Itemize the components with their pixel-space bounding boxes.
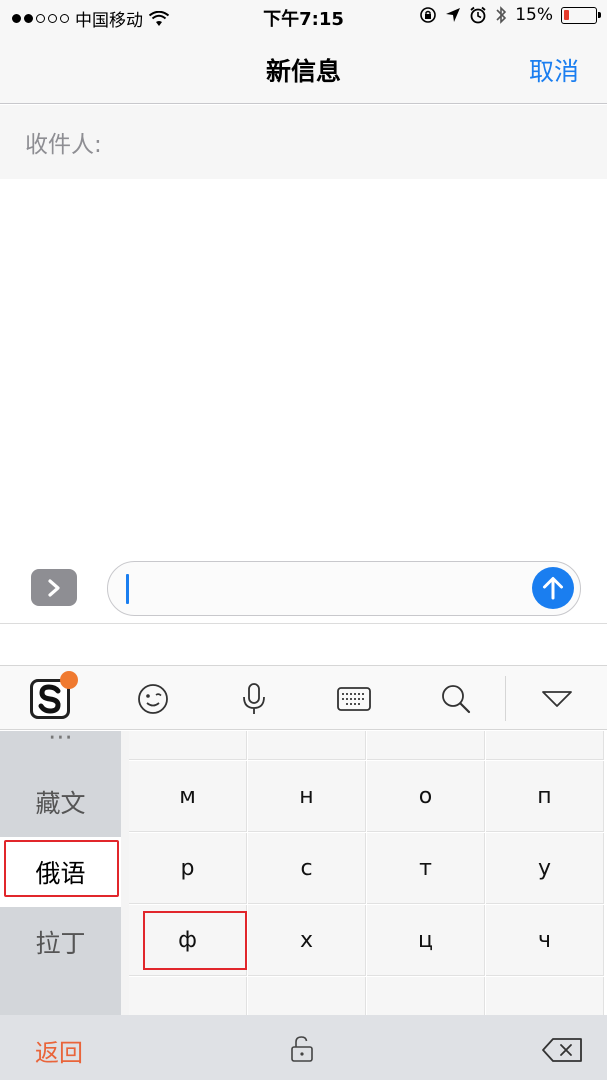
text-cursor	[126, 574, 129, 604]
key-grid: м н о п р с т у ф х ц ч	[129, 731, 607, 1015]
collapse-keyboard-button[interactable]	[527, 666, 587, 731]
key-partial[interactable]	[486, 731, 604, 760]
key-u[interactable]: у	[486, 833, 604, 904]
key-partial[interactable]	[367, 731, 485, 760]
key-kh[interactable]: х	[248, 905, 366, 976]
key-partial[interactable]	[248, 731, 366, 760]
rotation-lock-icon	[420, 7, 437, 23]
keyboard-bottom-bar: 返回	[0, 1015, 607, 1080]
recipient-field[interactable]: 收件人:	[0, 105, 607, 179]
key-partial[interactable]	[129, 977, 247, 1015]
sogou-logo-button[interactable]	[20, 666, 80, 731]
key-o[interactable]: о	[367, 761, 485, 832]
sogou-logo-icon	[30, 670, 78, 719]
key-r[interactable]: р	[129, 833, 247, 904]
divider	[0, 623, 607, 624]
arrow-up-icon	[543, 577, 563, 600]
page-title: 新信息	[265, 57, 341, 86]
status-right: 15%	[419, 5, 601, 25]
keyboard-body: ⋯ 藏文 俄语 拉丁 м н о п р с т у ф х ц ч	[0, 731, 607, 1015]
status-bar: 中国移动 下午7:15 15%	[0, 0, 607, 34]
language-item-tibetan[interactable]: 藏文	[0, 767, 121, 837]
key-m[interactable]: м	[129, 761, 247, 832]
key-highlight-box	[143, 911, 247, 970]
navigation-bar: 新信息 取消	[0, 34, 607, 104]
back-button[interactable]: 返回	[35, 1033, 83, 1068]
battery-level-fill	[564, 9, 569, 20]
key-p[interactable]: п	[486, 761, 604, 832]
send-button[interactable]	[532, 567, 574, 609]
notification-badge	[60, 670, 78, 689]
toolbar-divider	[505, 676, 506, 721]
search-icon	[442, 684, 471, 713]
alarm-icon	[470, 6, 486, 24]
language-item-partial[interactable]: ⋯	[0, 731, 121, 771]
key-s[interactable]: с	[248, 833, 366, 904]
recipient-label: 收件人:	[25, 132, 102, 158]
key-ch[interactable]: ч	[486, 905, 604, 976]
keyboard-switch-button[interactable]	[324, 666, 384, 731]
location-icon	[446, 8, 461, 22]
battery-icon	[561, 6, 601, 24]
unlock-icon[interactable]	[289, 1035, 315, 1063]
search-button[interactable]	[426, 666, 486, 731]
emoji-button[interactable]	[123, 666, 183, 731]
key-t[interactable]: т	[367, 833, 485, 904]
key-n[interactable]: н	[248, 761, 366, 832]
emoji-icon	[138, 683, 168, 714]
chevron-right-icon	[48, 578, 60, 597]
key-partial[interactable]	[129, 731, 247, 760]
microphone-icon	[243, 682, 265, 714]
key-partial[interactable]	[486, 977, 604, 1015]
keyboard-toolbar	[0, 665, 607, 730]
language-highlight-box	[4, 840, 119, 897]
key-partial[interactable]	[367, 977, 485, 1015]
message-input[interactable]	[107, 561, 581, 616]
voice-input-button[interactable]	[224, 666, 284, 731]
language-item-latin[interactable]: 拉丁	[0, 907, 121, 977]
bluetooth-icon	[496, 6, 507, 24]
key-ts[interactable]: ц	[367, 905, 485, 976]
backspace-icon[interactable]	[541, 1037, 583, 1063]
battery-percent: 15%	[515, 5, 553, 25]
cancel-button[interactable]: 取消	[529, 52, 579, 88]
apps-drawer-button[interactable]	[31, 569, 77, 606]
key-partial[interactable]	[248, 977, 366, 1015]
keyboard-icon	[337, 686, 371, 711]
collapse-keyboard-icon	[542, 690, 572, 707]
